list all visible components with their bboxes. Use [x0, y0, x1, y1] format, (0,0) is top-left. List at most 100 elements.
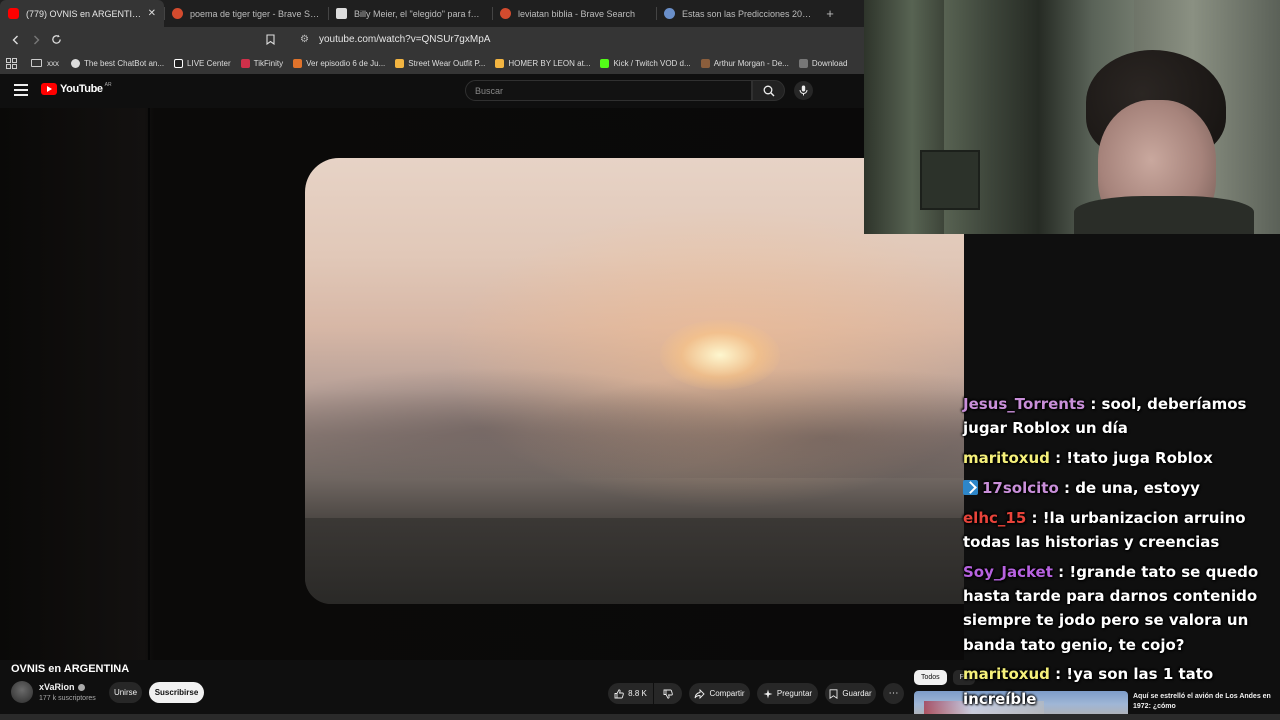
anime-favicon-icon	[293, 58, 303, 68]
url-field[interactable]: ⚙ youtube.com/watch?v=QNSUr7gxMpA	[300, 34, 490, 45]
tab-brave-search-leviatan[interactable]: leviatan biblia - Brave Search	[492, 0, 656, 27]
chip-all[interactable]: Todos	[914, 670, 947, 685]
bookmark-icon[interactable]	[260, 30, 280, 50]
url-text: youtube.com/watch?v=QNSUr7gxMpA	[318, 34, 491, 45]
bookmark-street-wear[interactable]: Street Wear Outfit P...	[395, 58, 486, 68]
stream-chat-overlay: Jesus_Torrents : sool, deberíamos jugar …	[963, 392, 1280, 720]
site-favicon-icon	[336, 8, 347, 19]
bookmark-label: Street Wear Outfit P...	[408, 58, 486, 68]
more-options-icon[interactable]: ⋯	[883, 683, 904, 704]
chat-badge-icon	[963, 479, 978, 495]
verified-icon	[77, 684, 85, 692]
chat-message: Soy_Jacket : !grande tato se quedo hasta…	[963, 560, 1280, 657]
tab-title: leviatan biblia - Brave Search	[518, 8, 636, 19]
bookmark-label: TikFinity	[253, 58, 284, 68]
bookmark-live-center[interactable]: LIVE Center	[174, 58, 231, 68]
youtube-play-icon	[41, 83, 57, 95]
chat-username: Soy_Jacket	[963, 562, 1053, 581]
reload-icon[interactable]	[46, 30, 66, 50]
browser-tab-bar: (779) OVNIS en ARGENTINA - YouTube ✕ poe…	[0, 0, 864, 27]
microphone-icon	[799, 85, 808, 96]
bookmark-label: HOMER BY LEON at...	[508, 58, 591, 68]
bookmark-episodio[interactable]: Ver episodio 6 de Ju...	[293, 58, 385, 68]
forward-arrow-icon[interactable]	[26, 30, 46, 50]
join-button[interactable]: Unirse	[109, 682, 142, 703]
taskbar-edge	[0, 714, 1280, 720]
bookmark-homer[interactable]: HOMER BY LEON at...	[495, 58, 591, 68]
ask-button[interactable]: Preguntar	[757, 683, 818, 704]
bookmark-download[interactable]: Download	[798, 58, 848, 68]
brave-favicon-icon	[172, 8, 183, 19]
site-settings-icon[interactable]: ⚙	[300, 34, 309, 45]
chat-text: : de una, estoyy	[1058, 478, 1200, 497]
tab-title: poema de tiger tiger - Brave Search	[190, 8, 320, 19]
bookmark-chatbot[interactable]: The best ChatBot an...	[71, 58, 165, 68]
video-letterbox-edge	[148, 108, 150, 660]
bookmark-folder-xxx[interactable]: xxx	[31, 59, 59, 68]
chat-message: 17solcito : de una, estoyy	[963, 476, 1280, 500]
youtube-wordmark: YouTube	[60, 83, 103, 95]
chat-username: 17solcito	[982, 478, 1059, 497]
bookmark-tikfinity[interactable]: TikFinity	[240, 58, 284, 68]
sparkle-icon	[763, 689, 773, 698]
like-count: 8.8 K	[628, 689, 647, 698]
webcam-background-box	[920, 150, 980, 210]
tab-predicciones[interactable]: Estas son las Predicciones 2026, segú	[656, 0, 820, 27]
fog-treeline	[305, 358, 964, 478]
chatbot-favicon-icon	[71, 58, 80, 68]
new-tab-button[interactable]: +	[820, 6, 840, 21]
channel-info: xVaRion 177 k suscriptores	[11, 681, 96, 703]
site-favicon-icon	[495, 58, 505, 68]
dislike-button[interactable]	[654, 683, 682, 704]
ask-label: Preguntar	[776, 689, 813, 698]
tab-billy-meier[interactable]: Billy Meier, el "elegido" para fotogra	[328, 0, 492, 27]
thumbs-up-icon	[614, 688, 624, 698]
chat-message: maritoxud : !tato juga Roblox	[963, 446, 1280, 470]
chat-text: : !tato juga Roblox	[1049, 449, 1213, 468]
save-button[interactable]: Guardar	[825, 683, 876, 704]
site-favicon-icon	[700, 58, 710, 68]
close-tab-icon[interactable]: ✕	[148, 8, 156, 19]
chat-username: maritoxud	[963, 449, 1050, 468]
kick-favicon-icon	[600, 58, 610, 68]
video-player[interactable]	[0, 108, 964, 660]
apps-grid-icon[interactable]	[6, 57, 17, 69]
youtube-logo[interactable]: YouTube AR	[41, 82, 112, 95]
folder-icon	[31, 59, 42, 67]
subscriber-count: 177 k suscriptores	[39, 695, 96, 702]
youtube-header: YouTube AR Buscar	[0, 74, 864, 108]
back-arrow-icon[interactable]	[6, 30, 26, 50]
chat-username: Jesus_Torrents	[963, 395, 1086, 413]
chat-message: maritoxud : !ya son las 1 tato increíble	[963, 662, 1280, 711]
bookmark-label: Arthur Morgan - De...	[713, 58, 789, 68]
tab-youtube[interactable]: (779) OVNIS en ARGENTINA - YouTube ✕	[0, 0, 164, 27]
youtube-favicon-icon	[8, 8, 19, 19]
search-button[interactable]	[752, 80, 785, 101]
webcam-overlay	[864, 0, 1280, 234]
bookmark-label: The best ChatBot an...	[84, 58, 165, 68]
channel-avatar[interactable]	[11, 681, 33, 703]
bookmarks-bar: xxx The best ChatBot an... LIVE Center T…	[0, 52, 864, 74]
search-icon	[763, 85, 774, 96]
like-button[interactable]: 8.8 K	[608, 683, 653, 704]
tab-title: Billy Meier, el "elegido" para fotogra	[354, 8, 484, 19]
subscribe-button[interactable]: Suscribirse	[149, 682, 204, 703]
bookmark-label: Kick / Twitch VOD d...	[613, 58, 691, 68]
share-button[interactable]: Compartir	[689, 683, 750, 704]
menu-icon[interactable]	[14, 84, 28, 96]
tiktok-favicon-icon	[174, 58, 184, 68]
country-code: AR	[104, 82, 112, 88]
chat-username: maritoxud	[963, 665, 1050, 684]
tab-brave-search-tiger[interactable]: poema de tiger tiger - Brave Search	[164, 0, 328, 27]
bookmark-kick-twitch[interactable]: Kick / Twitch VOD d...	[600, 58, 691, 68]
channel-name[interactable]: xVaRion	[39, 682, 96, 692]
bookmark-label: xxx	[47, 58, 59, 68]
thumbs-down-icon	[663, 689, 673, 699]
voice-search-button[interactable]	[794, 81, 813, 100]
bookmark-label: Download	[811, 58, 848, 68]
share-label: Compartir	[709, 689, 745, 698]
chat-username: elhc_15	[963, 508, 1027, 527]
bookmark-arthur-morgan[interactable]: Arthur Morgan - De...	[700, 58, 789, 68]
search-input[interactable]: Buscar	[465, 80, 752, 101]
screen: (779) OVNIS en ARGENTINA - YouTube ✕ poe…	[0, 0, 1280, 720]
